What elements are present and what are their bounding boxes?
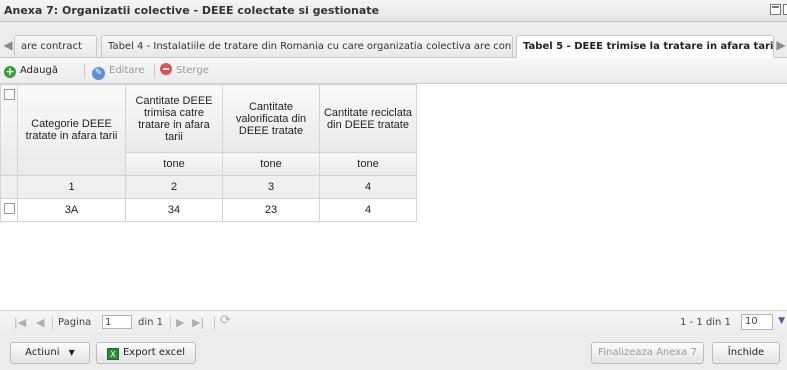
close-button[interactable]: Închide	[712, 342, 780, 364]
next-page-icon[interactable]: ▶	[176, 316, 184, 330]
finalize-button[interactable]: Finalizeaza Anexa 7	[591, 342, 704, 364]
header-cantitate-trimisa[interactable]: Cantitate DEEE trimisa catre tratare in …	[125, 84, 223, 153]
chevron-down-icon[interactable]: ▼	[778, 316, 785, 326]
tab-contract[interactable]: are contract	[14, 35, 97, 57]
tab-strip-spacer	[0, 22, 787, 33]
column-number: 3	[222, 175, 320, 199]
grid-table: Categorie DEEE tratate in afara tarii Ca…	[0, 84, 417, 222]
tab-tabel-5[interactable]: Tabel 5 - DEEE trimise la tratare in afa…	[516, 35, 774, 58]
page-label: Pagina	[58, 317, 92, 328]
row-select-cell	[0, 198, 18, 222]
header-row: Categorie DEEE tratate in afara tarii Ca…	[0, 84, 417, 176]
maximize-icon[interactable]	[770, 4, 781, 15]
annex-window: Anexa 7: Organizatii colective - DEEE co…	[0, 0, 787, 370]
unit-cell: tone	[222, 152, 320, 176]
page-size-select[interactable]: 10	[741, 314, 773, 330]
first-page-icon[interactable]: |◀	[14, 316, 26, 330]
select-all-cell	[0, 84, 18, 176]
edit-label: Editare	[109, 65, 145, 76]
export-excel-button[interactable]: X Export excel	[96, 342, 196, 364]
page-input[interactable]: 1	[102, 315, 132, 329]
pager-divider	[52, 316, 53, 330]
paging-toolbar: |◀ ◀ Pagina 1 din 1 ▶ ▶| ⟳ 1 - 1 din 1 1…	[0, 310, 787, 334]
unit-cell: tone	[125, 152, 223, 176]
window-title: Anexa 7: Organizatii colective - DEEE co…	[4, 4, 380, 17]
tab-bar: ◀ are contract Tabel 4 - Instalatiile de…	[0, 33, 787, 58]
table-row[interactable]: 3A 34 23 4	[0, 198, 417, 222]
column-number: 4	[319, 175, 417, 199]
header-categorie[interactable]: Categorie DEEE tratate in afara tarii	[17, 84, 126, 176]
refresh-icon[interactable]: ⟳	[220, 314, 231, 328]
pager-divider	[214, 316, 215, 330]
grid-toolbar: + Adaugă ✎ Editare Sterge	[0, 58, 787, 84]
actions-label: Actiuni	[25, 347, 60, 358]
cell-categorie[interactable]: 3A	[17, 198, 126, 222]
dropdown-arrow-icon: ▼	[68, 348, 75, 357]
cell-trimisa[interactable]: 34	[125, 198, 223, 222]
page-count-text: din 1	[138, 317, 164, 328]
number-spacer-cell	[0, 175, 18, 199]
column-number: 1	[17, 175, 126, 199]
excel-icon: X	[106, 348, 119, 360]
actions-button[interactable]: Actiuni ▼	[10, 342, 90, 364]
header-cantitate-valorificata[interactable]: Cantitate valorificata din DEEE tratate	[222, 84, 320, 153]
toolbar-divider	[84, 64, 85, 78]
window-footer: Actiuni ▼ X Export excel Finalizeaza Anex…	[0, 334, 787, 370]
tab-scroll-right-icon[interactable]: ▶	[775, 37, 787, 53]
data-grid: Categorie DEEE tratate in afara tarii Ca…	[0, 84, 787, 310]
cell-valorificata[interactable]: 23	[222, 198, 320, 222]
select-all-checkbox[interactable]	[3, 89, 15, 100]
toolbar-divider	[154, 64, 155, 78]
edit-button[interactable]: ✎ Editare	[92, 63, 145, 80]
row-checkbox[interactable]	[3, 203, 15, 214]
delete-label: Sterge	[176, 65, 209, 76]
tab-tabel-4[interactable]: Tabel 4 - Instalatiile de tratare din Ro…	[101, 35, 513, 57]
window-titlebar: Anexa 7: Organizatii colective - DEEE co…	[0, 0, 787, 22]
delete-icon	[160, 63, 172, 75]
cell-reciclata[interactable]: 4	[319, 198, 417, 222]
prev-page-icon[interactable]: ◀	[36, 316, 44, 330]
add-icon: +	[4, 65, 16, 78]
tab-scroll-left-icon[interactable]: ◀	[2, 37, 14, 53]
last-page-icon[interactable]: ▶|	[192, 316, 204, 330]
paging-summary: 1 - 1 din 1	[680, 317, 731, 328]
delete-button[interactable]: Sterge	[160, 63, 209, 79]
unit-cell: tone	[319, 152, 417, 176]
add-button[interactable]: + Adaugă	[4, 63, 58, 79]
pager-divider	[170, 316, 171, 330]
close-icon[interactable]	[783, 4, 787, 15]
edit-icon: ✎	[92, 67, 105, 80]
column-number: 2	[125, 175, 223, 199]
header-cantitate-reciclata[interactable]: Cantitate reciclata din DEEE tratate	[319, 84, 417, 153]
add-label: Adaugă	[20, 65, 58, 76]
export-excel-label: Export excel	[122, 347, 186, 358]
column-number-row: 1 2 3 4	[0, 175, 417, 199]
